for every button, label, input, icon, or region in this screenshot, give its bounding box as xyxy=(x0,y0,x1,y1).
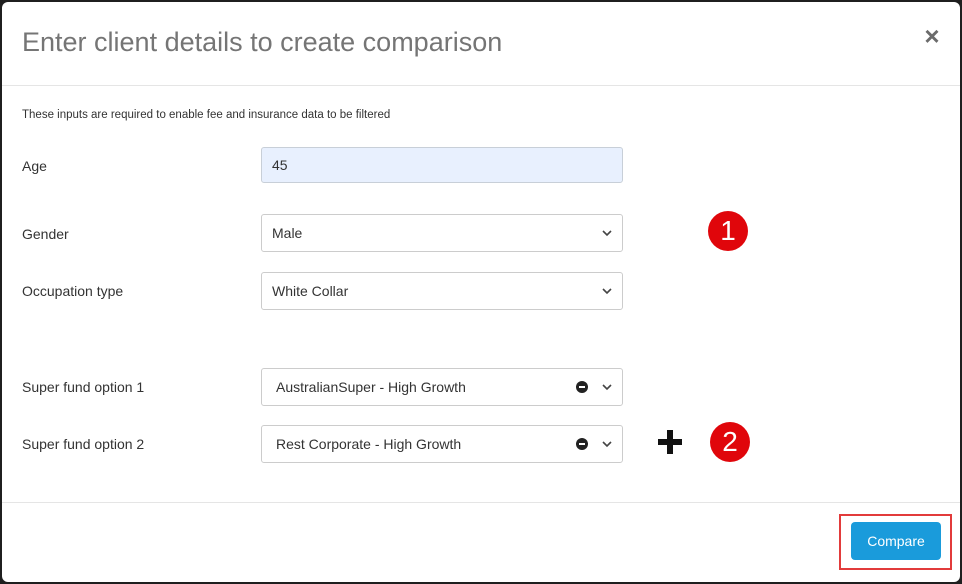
comparison-modal: Enter client details to create compariso… xyxy=(2,2,960,582)
fund2-select[interactable]: Rest Corporate - High Growth xyxy=(261,425,623,463)
modal-title: Enter client details to create compariso… xyxy=(22,27,503,57)
plus-icon[interactable] xyxy=(657,429,683,455)
chevron-down-icon xyxy=(602,230,612,237)
gender-value: Male xyxy=(272,225,303,241)
occupation-value: White Collar xyxy=(272,283,349,299)
gender-label: Gender xyxy=(22,226,69,242)
occupation-select[interactable]: White Collar xyxy=(261,272,623,310)
chevron-down-icon xyxy=(602,384,612,391)
occupation-label: Occupation type xyxy=(22,283,124,299)
fund1-label: Super fund option 1 xyxy=(22,379,145,395)
requirement-note: These inputs are required to enable fee … xyxy=(22,109,391,121)
age-value: 45 xyxy=(272,157,288,173)
chevron-down-icon xyxy=(602,441,612,448)
age-label: Age xyxy=(22,158,47,174)
compare-button[interactable]: Compare xyxy=(851,522,941,560)
footer-divider xyxy=(2,502,960,503)
minus-circle-icon[interactable] xyxy=(576,381,588,393)
gender-select[interactable]: Male xyxy=(261,214,623,252)
annotation-badge-1: 1 xyxy=(708,211,748,251)
chevron-down-icon xyxy=(602,288,612,295)
modal-header: Enter client details to create compariso… xyxy=(2,2,960,86)
fund1-select[interactable]: AustralianSuper - High Growth xyxy=(261,368,623,406)
fund2-value: Rest Corporate - High Growth xyxy=(276,436,462,452)
age-input[interactable]: 45 xyxy=(261,147,623,183)
close-icon[interactable]: × xyxy=(920,22,944,50)
annotation-badge-2: 2 xyxy=(710,422,750,462)
minus-circle-icon[interactable] xyxy=(576,438,588,450)
fund2-label: Super fund option 2 xyxy=(22,436,145,452)
fund1-value: AustralianSuper - High Growth xyxy=(276,379,466,395)
